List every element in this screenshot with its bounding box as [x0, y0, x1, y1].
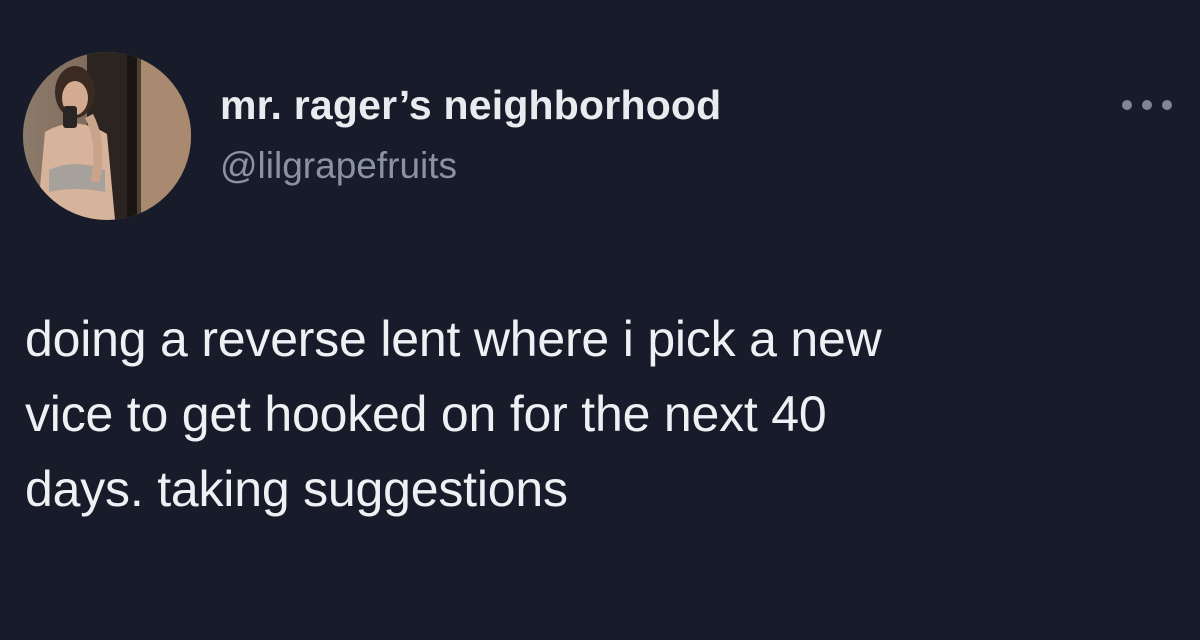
tweet-text: doing a reverse lent where i pick a new … [25, 311, 882, 517]
tweet-card: mr. rager’s neighborhood @lilgrapefruits… [0, 0, 1200, 640]
display-name[interactable]: mr. rager’s neighborhood [220, 82, 721, 129]
user-handle[interactable]: @lilgrapefruits [220, 145, 457, 187]
more-options-button[interactable] [1120, 96, 1174, 114]
ellipsis-icon [1122, 100, 1172, 110]
avatar[interactable] [23, 52, 191, 220]
profile-photo-icon [23, 52, 191, 220]
